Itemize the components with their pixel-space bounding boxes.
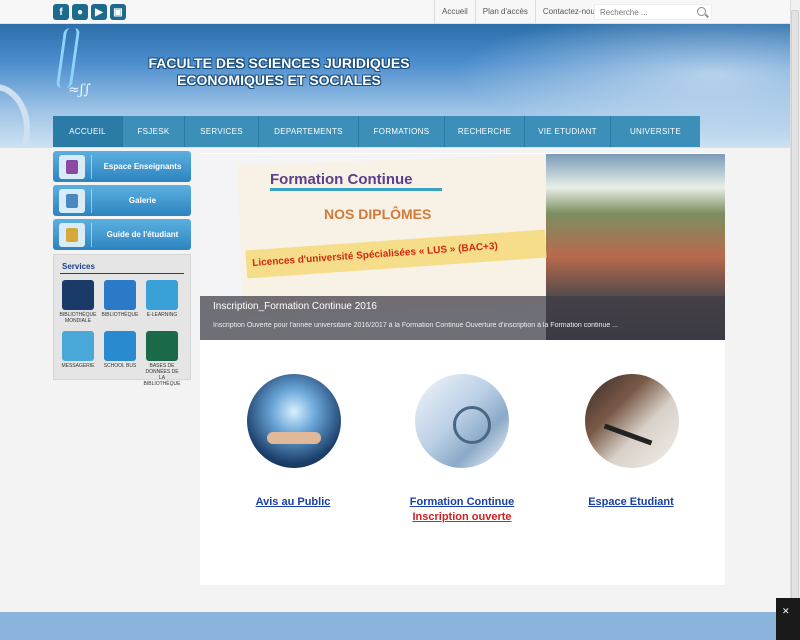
decorative-swirl [0,84,30,148]
galerie-button[interactable]: Galerie [53,185,191,216]
espace-etudiant-link[interactable]: Espace Etudiant [551,496,711,508]
nav-formations[interactable]: FORMATIONS [359,116,445,147]
service-bibliotheque[interactable]: BIBLIOTHÈQUE [100,280,140,318]
pen-icon [603,423,653,446]
service-label: E-LEARNING [146,312,178,318]
site-title-line1: FACULTE DES SCIENCES JURIDIQUES [148,55,410,71]
slide-banner-underline [270,188,442,191]
services-panel: Services BIBLIOTHÈQUE MONDIALE BIBLIOTHÈ… [53,254,191,387]
espace-enseignants-label: Espace Enseignants [103,162,182,171]
close-icon[interactable]: ✕ [782,606,790,617]
button-divider [91,222,92,247]
espace-enseignants-button[interactable]: Espace Enseignants [53,151,191,182]
search-icon[interactable] [697,7,706,16]
world-library-icon [62,280,94,310]
service-bases-donnees[interactable]: BASES DE DONNÉES DE LA BIBLIOTHÈQUE [142,331,182,387]
instagram-icon[interactable]: ▣ [110,4,126,20]
university-logo[interactable]: ≈ʃ∫ [55,28,128,112]
service-e-learning[interactable]: E-LEARNING [142,280,182,318]
service-school-bus[interactable]: SCHOOL BUS [100,331,140,369]
site-title: FACULTE DES SCIENCES JURIDIQUES ECONOMIQ… [144,55,414,89]
nav-vie-etudiant[interactable]: VIE ETUDIANT [525,116,611,147]
avis-public-image[interactable] [247,374,341,468]
hand-globe-icon [267,432,321,444]
mail-icon [62,331,94,361]
clock-icon [453,406,491,444]
guide-icon [59,222,85,247]
service-label: BIBLIOTHÈQUE [101,312,139,318]
top-link-plan[interactable]: Plan d'accès [474,0,535,24]
nav-recherche[interactable]: RECHERCHE [445,116,525,147]
service-messagerie[interactable]: MESSAGERIE [58,331,98,369]
service-label: SCHOOL BUS [103,363,137,369]
espace-etudiant-image[interactable] [585,374,679,468]
guide-etudiant-button[interactable]: Guide de l'étudiant [53,219,191,250]
service-label: BASES DE DONNÉES DE LA BIBLIOTHÈQUE [143,363,181,387]
slide-caption-title: Inscription_Formation Continue 2016 [213,301,377,312]
top-bar: f ● ▶ ▣ Accueil Plan d'accès Contactez-n… [0,0,790,24]
scrollbar-thumb[interactable] [791,10,799,600]
search-input[interactable] [594,4,712,20]
facebook-icon[interactable]: f [53,4,69,20]
logo-mark-icon [55,28,81,88]
top-links: Accueil Plan d'accès Contactez-nous [434,0,606,24]
school-bus-icon [104,331,136,361]
service-label: MESSAGERIE [61,363,95,369]
logo-script-icon: ≈ʃ∫ [68,82,91,98]
nav-fsjesk[interactable]: FSJESK [123,116,185,147]
guide-etudiant-label: Guide de l'étudiant [106,230,179,239]
slide-banner-title: Formation Continue [270,171,413,188]
inscription-ouverte-link[interactable]: Inscription ouverte [382,511,542,523]
flickr-icon[interactable]: ● [72,4,88,20]
formation-continue-link[interactable]: Formation Continue [382,496,542,508]
galerie-label: Galerie [128,196,157,205]
slide-caption[interactable]: Inscription_Formation Continue 2016 Insc… [200,296,725,340]
database-icon [146,331,178,361]
main-nav: ACCUEIL FSJESK SERVICES DEPARTEMENTS FOR… [53,116,700,147]
elearning-icon [146,280,178,310]
library-icon [104,280,136,310]
service-bibliotheque-mondiale[interactable]: BIBLIOTHÈQUE MONDIALE [58,280,98,324]
button-divider [91,188,92,213]
youtube-icon[interactable]: ▶ [91,4,107,20]
nav-accueil[interactable]: ACCUEIL [53,116,123,147]
site-title-line2: ECONOMIQUES ET SOCIALES [177,72,381,88]
nav-universite[interactable]: UNIVERSITE [611,116,700,147]
service-label: BIBLIOTHÈQUE MONDIALE [59,312,97,324]
footer [0,612,790,640]
gallery-icon [59,188,85,213]
nav-services[interactable]: SERVICES [185,116,259,147]
button-divider [91,154,92,179]
services-title: Services [62,262,95,271]
formation-continue-image[interactable] [415,374,509,468]
slide-diplomes: NOS DIPLÔMES [324,206,432,222]
slide-caption-text: Inscription Ouverte pour l'année univers… [213,322,619,329]
corner-widget[interactable]: ✕ [776,598,800,640]
services-divider [60,273,184,274]
teacher-icon [59,154,85,179]
top-link-accueil[interactable]: Accueil [434,0,475,24]
avis-public-link[interactable]: Avis au Public [213,496,373,508]
social-links: f ● ▶ ▣ [53,4,126,20]
nav-departements[interactable]: DEPARTEMENTS [259,116,359,147]
